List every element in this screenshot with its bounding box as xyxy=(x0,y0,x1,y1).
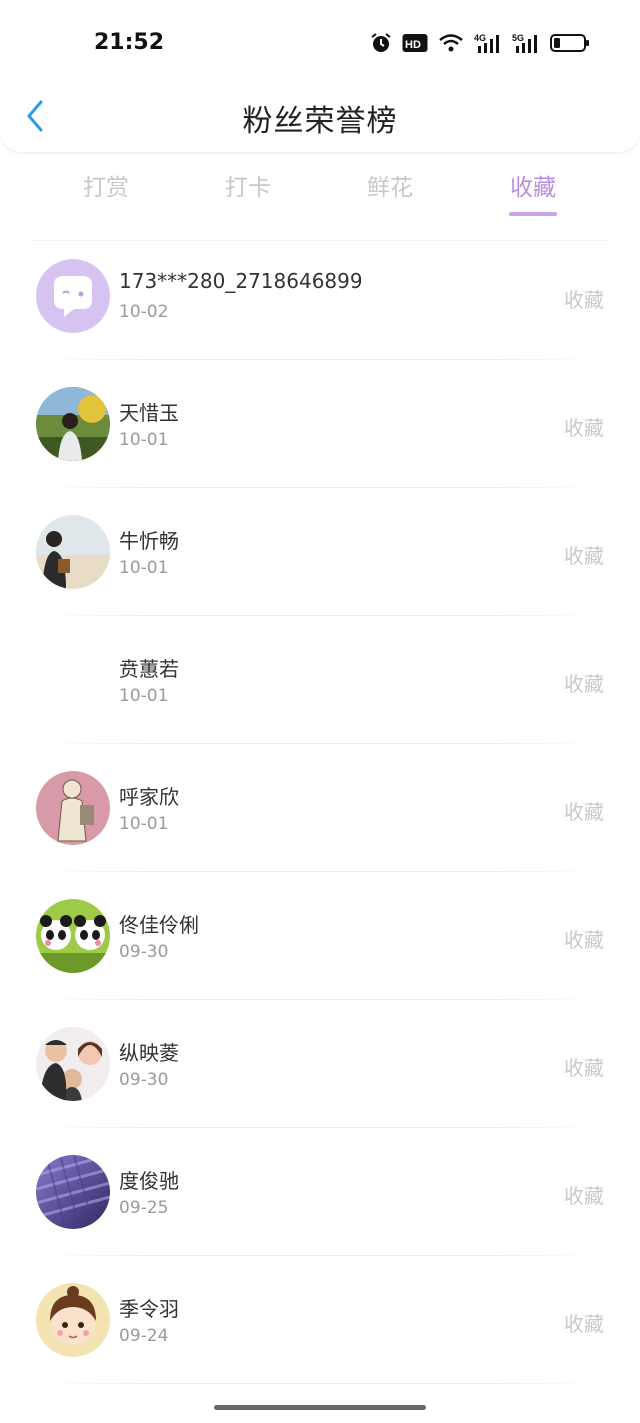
svg-text:4G: 4G xyxy=(474,33,486,43)
fan-name: 牛忻畅 xyxy=(119,529,179,553)
action-label: 收藏 xyxy=(564,288,604,312)
avatar xyxy=(36,771,110,845)
avatar xyxy=(36,515,110,589)
avatar xyxy=(36,387,110,461)
action-label: 收藏 xyxy=(564,416,604,440)
fan-name: 呼家欣 xyxy=(119,785,179,809)
fan-date: 09-30 xyxy=(119,942,169,962)
tab-bar: 打赏 打卡 鲜花 收藏 xyxy=(0,168,640,220)
signal-5g-icon: 5G xyxy=(512,33,537,53)
hd-icon: HD xyxy=(402,34,428,52)
fan-name: 纵映菱 xyxy=(119,1041,179,1065)
svg-text:5G: 5G xyxy=(512,33,524,43)
home-indicator[interactable] xyxy=(214,1405,426,1410)
fan-name: 季令羽 xyxy=(119,1297,179,1321)
alarm-icon xyxy=(371,33,391,52)
fan-list: 173***280_2718646899 10-02 收藏 天惜玉 10-01 … xyxy=(0,232,640,1384)
list-item[interactable]: 天惜玉 10-01 收藏 xyxy=(0,360,640,488)
list-item[interactable]: 度俊驰 09-25 收藏 xyxy=(0,1128,640,1256)
top-header: 21:52 HD 4G 5G 粉丝荣誉榜 xyxy=(0,0,640,152)
svg-text:HD: HD xyxy=(405,39,421,51)
fan-name: 佟佳伶俐 xyxy=(119,913,199,937)
avatar xyxy=(36,259,110,333)
action-label: 收藏 xyxy=(564,1312,604,1336)
fan-date: 09-30 xyxy=(119,1070,169,1090)
action-label: 收藏 xyxy=(564,1184,604,1208)
avatar xyxy=(36,1155,110,1229)
active-tab-indicator xyxy=(509,212,557,216)
avatar xyxy=(36,643,110,717)
fan-date: 10-02 xyxy=(119,302,169,322)
action-label: 收藏 xyxy=(564,672,604,696)
row-divider xyxy=(40,1383,600,1384)
list-item[interactable]: 贲蕙若 10-01 收藏 xyxy=(0,616,640,744)
fan-date: 10-01 xyxy=(119,814,169,834)
fan-date: 09-25 xyxy=(119,1198,169,1218)
avatar xyxy=(36,1283,110,1357)
tab-favorites-label: 收藏 xyxy=(510,175,556,201)
tab-favorites[interactable]: 收藏 xyxy=(473,168,593,220)
tab-checkin[interactable]: 打卡 xyxy=(188,168,308,220)
list-item[interactable]: 173***280_2718646899 10-02 收藏 xyxy=(0,232,640,360)
list-item[interactable]: 呼家欣 10-01 收藏 xyxy=(0,744,640,872)
list-item[interactable]: 季令羽 09-24 收藏 xyxy=(0,1256,640,1384)
status-time: 21:52 xyxy=(94,30,165,55)
fan-date: 09-24 xyxy=(119,1326,169,1346)
fan-name: 天惜玉 xyxy=(119,401,179,425)
avatar xyxy=(36,1027,110,1101)
tab-tips[interactable]: 打赏 xyxy=(46,168,166,220)
avatar xyxy=(36,899,110,973)
fan-date: 10-01 xyxy=(119,558,169,578)
fan-name: 贲蕙若 xyxy=(119,657,179,681)
list-item[interactable]: 佟佳伶俐 09-30 收藏 xyxy=(0,872,640,1000)
list-item[interactable]: 牛忻畅 10-01 收藏 xyxy=(0,488,640,616)
wifi-icon xyxy=(439,34,463,52)
status-icons: HD 4G 5G xyxy=(370,30,590,56)
action-label: 收藏 xyxy=(564,1056,604,1080)
action-label: 收藏 xyxy=(564,800,604,824)
fan-name: 度俊驰 xyxy=(119,1169,179,1193)
page-title: 粉丝荣誉榜 xyxy=(242,104,398,139)
action-label: 收藏 xyxy=(564,544,604,568)
tab-flowers[interactable]: 鲜花 xyxy=(330,168,450,220)
battery-icon xyxy=(550,34,589,52)
fan-date: 10-01 xyxy=(119,686,169,706)
action-label: 收藏 xyxy=(564,928,604,952)
fan-name: 173***280_2718646899 xyxy=(119,269,363,293)
signal-4g-icon: 4G xyxy=(474,33,499,53)
list-item[interactable]: 纵映菱 09-30 收藏 xyxy=(0,1000,640,1128)
fan-date: 10-01 xyxy=(119,430,169,450)
